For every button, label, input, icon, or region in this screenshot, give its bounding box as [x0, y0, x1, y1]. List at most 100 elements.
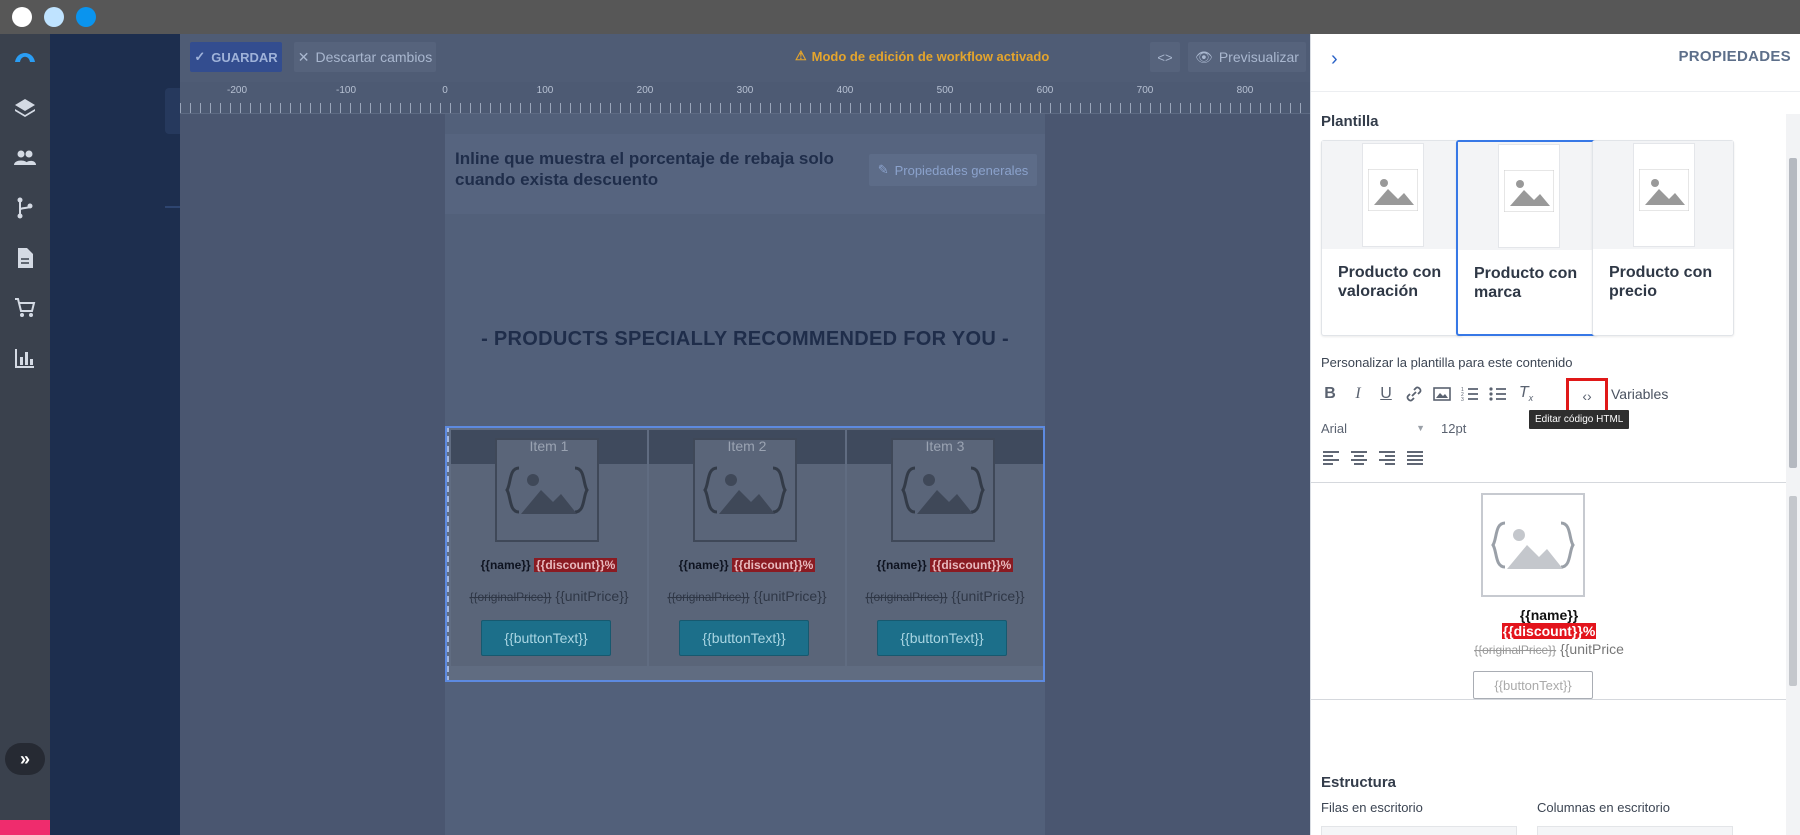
- ruler-tick-label: 700: [1136, 85, 1154, 96]
- double-chevron-right-icon: »: [19, 748, 30, 769]
- item-price-line: {{originalPrice}} {{unitPrice}}: [649, 588, 845, 604]
- block-title: Inline que muestra el porcentaje de reba…: [455, 149, 834, 189]
- save-button[interactable]: ✓ GUARDAR: [190, 42, 282, 72]
- item-name-line: {{name}} {{discount}}%: [451, 558, 647, 572]
- align-left-button[interactable]: [1319, 446, 1343, 470]
- ruler-tick-label: 0: [442, 85, 448, 96]
- product-grid[interactable]: Item 1 {{name}} {{discount}}% {{original…: [447, 426, 1045, 682]
- product-item[interactable]: Item 1 {{name}} {{discount}}% {{original…: [451, 430, 647, 666]
- incognito-button[interactable]: [0, 820, 50, 835]
- cols-desktop-input[interactable]: 3: [1537, 826, 1733, 835]
- product-item[interactable]: Item 3 {{name}} {{discount}}% {{original…: [847, 430, 1043, 666]
- item-cta-button[interactable]: {{buttonText}}: [679, 620, 809, 656]
- item-cta-button[interactable]: {{buttonText}}: [481, 620, 611, 656]
- preview-scrollbar[interactable]: [1786, 482, 1800, 700]
- item-label: Item 1: [529, 438, 569, 454]
- shopping-cart-icon[interactable]: [13, 296, 37, 320]
- properties-title: PROPIEDADES: [1678, 48, 1791, 65]
- content-block-header[interactable]: Inline que muestra el porcentaje de reba…: [445, 134, 1045, 214]
- template-card-rating[interactable]: Producto con valoración: [1321, 140, 1463, 336]
- product-item[interactable]: Item 2 {{name}} {{discount}}% {{original…: [649, 430, 845, 666]
- item-price-line: {{originalPrice}} {{unitPrice}}: [451, 588, 647, 604]
- align-center-icon: [1351, 451, 1367, 465]
- bullet-list-button[interactable]: [1485, 381, 1511, 407]
- bold-icon: B: [1324, 385, 1336, 402]
- window-minimize-dot[interactable]: [44, 7, 64, 27]
- preview-cta-button: {{buttonText}}: [1473, 671, 1593, 699]
- edit-html-tooltip: Editar código HTML: [1529, 410, 1630, 429]
- item-discount: {{discount}}%: [732, 558, 816, 572]
- code-icon: <>: [1157, 49, 1173, 65]
- preview-button[interactable]: 👁 Previsualizar: [1188, 42, 1306, 72]
- logo-icon[interactable]: [13, 44, 37, 68]
- image-placeholder-icon: [1491, 521, 1575, 569]
- rows-desktop-input[interactable]: 1: [1321, 826, 1517, 835]
- code-view-button[interactable]: <>: [1150, 42, 1180, 72]
- scrollbar-thumb[interactable]: [1789, 158, 1797, 468]
- rows-desktop-label: Filas en escritorio: [1321, 800, 1423, 815]
- workflow-branch-icon[interactable]: [13, 196, 37, 220]
- email-canvas[interactable]: Inline que muestra el porcentaje de reba…: [445, 114, 1045, 835]
- item-label: Item 2: [727, 438, 767, 454]
- template-card-price[interactable]: Producto con precio: [1592, 140, 1734, 336]
- bold-button[interactable]: B: [1317, 381, 1343, 407]
- font-size-select[interactable]: 12pt: [1441, 414, 1501, 442]
- italic-icon: I: [1355, 385, 1361, 402]
- align-justify-button[interactable]: [1403, 446, 1427, 470]
- preview-discount-line: {{discount}}%: [1311, 623, 1787, 639]
- properties-scrollbar[interactable]: [1786, 114, 1800, 835]
- workflow-mode-banner: ⚠ Modo de edición de workflow activado: [795, 48, 1049, 64]
- ruler-tick-label: 300: [736, 85, 754, 96]
- ruler-tick-label: 100: [536, 85, 554, 96]
- pencil-icon: ✎: [877, 162, 889, 177]
- ruler-tick-label: 800: [1236, 85, 1254, 96]
- clear-format-button[interactable]: Tx: [1513, 381, 1539, 407]
- template-name: Producto con precio: [1609, 264, 1713, 300]
- italic-button[interactable]: I: [1345, 381, 1371, 407]
- document-icon[interactable]: [13, 246, 37, 270]
- underline-button[interactable]: U: [1373, 381, 1399, 407]
- template-card-brand[interactable]: Producto con marca: [1456, 140, 1598, 336]
- window-close-dot[interactable]: [12, 7, 32, 27]
- font-family-select[interactable]: Arial ▼: [1321, 414, 1431, 442]
- image-button[interactable]: [1429, 381, 1455, 407]
- ordered-list-button[interactable]: 123: [1457, 381, 1483, 407]
- align-right-button[interactable]: [1375, 446, 1399, 470]
- preview-discount: {{discount}}%: [1501, 623, 1597, 639]
- variables-menu[interactable]: Variables: [1611, 386, 1668, 402]
- item-name-line: {{name}} {{discount}}%: [649, 558, 845, 572]
- close-icon: ✕: [297, 48, 310, 65]
- general-properties-button[interactable]: ✎ Propiedades generales: [869, 154, 1037, 186]
- link-icon: [1406, 386, 1422, 402]
- template-editor-preview[interactable]: {{name}} {{discount}}% {{originalPrice}}…: [1311, 482, 1787, 700]
- svg-text:3: 3: [1461, 397, 1464, 403]
- edit-html-button[interactable]: ‹›: [1566, 378, 1608, 414]
- preview-original-price: {{originalPrice}}: [1474, 643, 1557, 657]
- recommend-heading[interactable]: - PRODUCTS SPECIALLY RECOMMENDED FOR YOU…: [445, 328, 1045, 351]
- align-center-button[interactable]: [1347, 446, 1371, 470]
- item-unit-price: {{unitPrice}}: [951, 588, 1025, 604]
- image-placeholder-icon: [1368, 169, 1418, 211]
- scrollbar-thumb[interactable]: [1789, 496, 1797, 686]
- horizontal-ruler: -200 -100 0 100 200 300 400 500 600 700 …: [180, 82, 1310, 114]
- window-maximize-dot[interactable]: [76, 7, 96, 27]
- code-icon: ‹›: [1582, 388, 1592, 404]
- users-icon[interactable]: [13, 146, 37, 170]
- ruler-tick-label: -200: [226, 85, 248, 96]
- discard-button-label: Descartar cambios: [315, 49, 433, 65]
- link-button[interactable]: [1401, 381, 1427, 407]
- caret-down-icon: ▼: [1416, 423, 1425, 433]
- chevron-right-icon[interactable]: ›: [1331, 48, 1351, 76]
- discard-changes-button[interactable]: ✕ Descartar cambios: [294, 42, 436, 72]
- image-placeholder-icon: [1639, 169, 1689, 211]
- align-justify-icon: [1407, 451, 1423, 465]
- expand-rail-button[interactable]: »: [5, 743, 45, 775]
- layers-icon[interactable]: [13, 96, 37, 120]
- structure-section-heading: Estructura: [1321, 774, 1397, 791]
- item-original-price: {{originalPrice}}: [469, 590, 552, 604]
- template-thumbnail: [1458, 142, 1596, 250]
- sidebar-active-marker: [165, 88, 180, 134]
- bar-chart-icon[interactable]: [13, 346, 37, 370]
- eye-icon: 👁: [1195, 48, 1213, 65]
- item-cta-button[interactable]: {{buttonText}}: [877, 620, 1007, 656]
